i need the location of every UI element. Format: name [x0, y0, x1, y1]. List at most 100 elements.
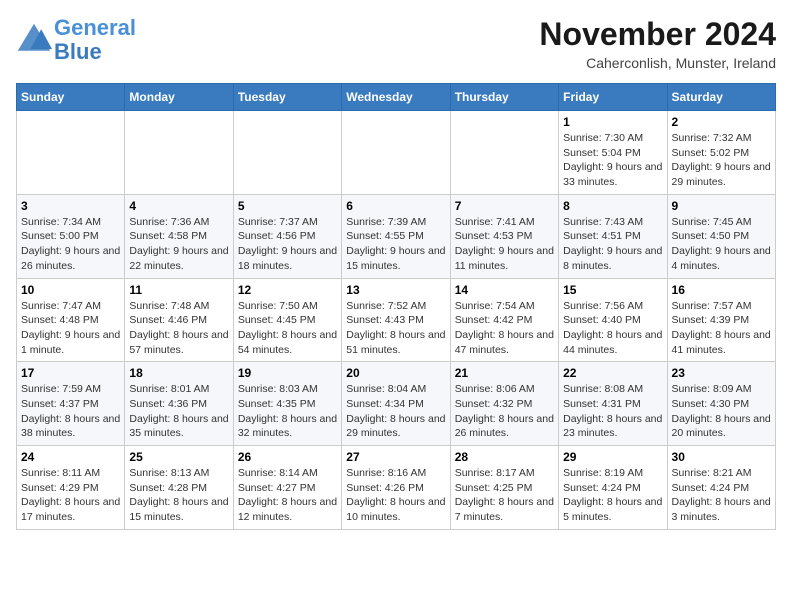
- day-info: Sunrise: 7:47 AM Sunset: 4:48 PM Dayligh…: [21, 299, 120, 358]
- day-cell: 14Sunrise: 7:54 AM Sunset: 4:42 PM Dayli…: [450, 278, 558, 362]
- day-number: 14: [455, 283, 554, 297]
- day-number: 30: [672, 450, 771, 464]
- day-info: Sunrise: 8:01 AM Sunset: 4:36 PM Dayligh…: [129, 382, 228, 441]
- day-number: 18: [129, 366, 228, 380]
- day-number: 5: [238, 199, 337, 213]
- day-cell: 13Sunrise: 7:52 AM Sunset: 4:43 PM Dayli…: [342, 278, 450, 362]
- day-info: Sunrise: 8:13 AM Sunset: 4:28 PM Dayligh…: [129, 466, 228, 525]
- day-cell: 9 Sunrise: 7:45 AM Sunset: 4:50 PM Daylig…: [667, 194, 775, 278]
- page: General Blue November 2024 Caherconlish,…: [0, 0, 792, 546]
- day-info: Sunrise: 7:30 AM Sunset: 5:04 PM Dayligh…: [563, 131, 662, 190]
- day-number: 2: [672, 115, 771, 129]
- week-row-1: 3 Sunrise: 7:34 AM Sunset: 5:00 PM Daylig…: [17, 194, 776, 278]
- day-number: 7: [455, 199, 554, 213]
- day-header-tuesday: Tuesday: [233, 84, 341, 111]
- logo-icon: [16, 22, 52, 58]
- day-number: 11: [129, 283, 228, 297]
- week-row-2: 10 Sunrise: 7:47 AM Sunset: 4:48 PM Dayli…: [17, 278, 776, 362]
- day-number: 29: [563, 450, 662, 464]
- day-info: Sunrise: 7:52 AM Sunset: 4:43 PM Dayligh…: [346, 299, 445, 358]
- day-header-saturday: Saturday: [667, 84, 775, 111]
- day-number: 27: [346, 450, 445, 464]
- day-cell: 2 Sunrise: 7:32 AM Sunset: 5:02 PM Daylig…: [667, 111, 775, 195]
- day-info: Sunrise: 7:56 AM Sunset: 4:40 PM Dayligh…: [563, 299, 662, 358]
- logo-text: General Blue: [54, 16, 136, 64]
- day-number: 6: [346, 199, 445, 213]
- day-cell: 17 Sunrise: 7:59 AM Sunset: 4:37 PM Dayli…: [17, 362, 125, 446]
- day-info: Sunrise: 7:59 AM Sunset: 4:37 PM Dayligh…: [21, 382, 120, 441]
- day-cell: 16 Sunrise: 7:57 AM Sunset: 4:39 PM Dayli…: [667, 278, 775, 362]
- day-header-friday: Friday: [559, 84, 667, 111]
- day-number: 20: [346, 366, 445, 380]
- day-cell: 7 Sunrise: 7:41 AM Sunset: 4:53 PM Daylig…: [450, 194, 558, 278]
- day-info: Sunrise: 7:41 AM Sunset: 4:53 PM Dayligh…: [455, 215, 554, 274]
- day-number: 10: [21, 283, 120, 297]
- day-number: 25: [129, 450, 228, 464]
- day-info: Sunrise: 8:04 AM Sunset: 4:34 PM Dayligh…: [346, 382, 445, 441]
- day-cell: 30 Sunrise: 8:21 AM Sunset: 4:24 PM Dayli…: [667, 446, 775, 530]
- day-info: Sunrise: 7:57 AM Sunset: 4:39 PM Dayligh…: [672, 299, 771, 358]
- day-info: Sunrise: 8:14 AM Sunset: 4:27 PM Dayligh…: [238, 466, 337, 525]
- day-header-monday: Monday: [125, 84, 233, 111]
- day-header-wednesday: Wednesday: [342, 84, 450, 111]
- day-number: 16: [672, 283, 771, 297]
- day-info: Sunrise: 7:37 AM Sunset: 4:56 PM Dayligh…: [238, 215, 337, 274]
- day-number: 8: [563, 199, 662, 213]
- day-cell: [17, 111, 125, 195]
- day-cell: [342, 111, 450, 195]
- day-number: 9: [672, 199, 771, 213]
- day-number: 1: [563, 115, 662, 129]
- day-info: Sunrise: 7:45 AM Sunset: 4:50 PM Dayligh…: [672, 215, 771, 274]
- day-cell: 11Sunrise: 7:48 AM Sunset: 4:46 PM Dayli…: [125, 278, 233, 362]
- day-number: 17: [21, 366, 120, 380]
- day-info: Sunrise: 7:43 AM Sunset: 4:51 PM Dayligh…: [563, 215, 662, 274]
- day-cell: 28 Sunrise: 8:17 AM Sunset: 4:25 PM Dayli…: [450, 446, 558, 530]
- day-info: Sunrise: 7:34 AM Sunset: 5:00 PM Dayligh…: [21, 215, 120, 274]
- week-row-3: 17 Sunrise: 7:59 AM Sunset: 4:37 PM Dayli…: [17, 362, 776, 446]
- header: General Blue November 2024 Caherconlish,…: [16, 16, 776, 71]
- day-info: Sunrise: 8:19 AM Sunset: 4:24 PM Dayligh…: [563, 466, 662, 525]
- header-row: SundayMondayTuesdayWednesdayThursdayFrid…: [17, 84, 776, 111]
- day-cell: 5 Sunrise: 7:37 AM Sunset: 4:56 PM Daylig…: [233, 194, 341, 278]
- week-row-4: 24 Sunrise: 8:11 AM Sunset: 4:29 PM Dayli…: [17, 446, 776, 530]
- day-header-sunday: Sunday: [17, 84, 125, 111]
- logo: General Blue: [16, 16, 136, 64]
- day-cell: 6 Sunrise: 7:39 AM Sunset: 4:55 PM Daylig…: [342, 194, 450, 278]
- calendar-table: SundayMondayTuesdayWednesdayThursdayFrid…: [16, 83, 776, 530]
- day-cell: 25 Sunrise: 8:13 AM Sunset: 4:28 PM Dayli…: [125, 446, 233, 530]
- day-number: 21: [455, 366, 554, 380]
- day-cell: 1 Sunrise: 7:30 AM Sunset: 5:04 PM Daylig…: [559, 111, 667, 195]
- day-cell: 27 Sunrise: 8:16 AM Sunset: 4:26 PM Dayli…: [342, 446, 450, 530]
- day-info: Sunrise: 8:09 AM Sunset: 4:30 PM Dayligh…: [672, 382, 771, 441]
- day-cell: 12Sunrise: 7:50 AM Sunset: 4:45 PM Dayli…: [233, 278, 341, 362]
- day-info: Sunrise: 7:39 AM Sunset: 4:55 PM Dayligh…: [346, 215, 445, 274]
- day-cell: 21 Sunrise: 8:06 AM Sunset: 4:32 PM Dayli…: [450, 362, 558, 446]
- day-number: 22: [563, 366, 662, 380]
- day-number: 12: [238, 283, 337, 297]
- day-info: Sunrise: 8:11 AM Sunset: 4:29 PM Dayligh…: [21, 466, 120, 525]
- day-info: Sunrise: 8:17 AM Sunset: 4:25 PM Dayligh…: [455, 466, 554, 525]
- day-cell: 10 Sunrise: 7:47 AM Sunset: 4:48 PM Dayli…: [17, 278, 125, 362]
- day-cell: 22 Sunrise: 8:08 AM Sunset: 4:31 PM Dayli…: [559, 362, 667, 446]
- day-info: Sunrise: 8:16 AM Sunset: 4:26 PM Dayligh…: [346, 466, 445, 525]
- day-cell: 15 Sunrise: 7:56 AM Sunset: 4:40 PM Dayli…: [559, 278, 667, 362]
- day-number: 3: [21, 199, 120, 213]
- day-number: 15: [563, 283, 662, 297]
- day-cell: 4Sunrise: 7:36 AM Sunset: 4:58 PM Daylig…: [125, 194, 233, 278]
- day-info: Sunrise: 8:06 AM Sunset: 4:32 PM Dayligh…: [455, 382, 554, 441]
- logo-line2: Blue: [54, 39, 102, 64]
- day-number: 4: [129, 199, 228, 213]
- day-info: Sunrise: 8:08 AM Sunset: 4:31 PM Dayligh…: [563, 382, 662, 441]
- day-cell: [125, 111, 233, 195]
- day-number: 24: [21, 450, 120, 464]
- day-number: 19: [238, 366, 337, 380]
- month-title: November 2024: [539, 16, 776, 53]
- day-info: Sunrise: 8:03 AM Sunset: 4:35 PM Dayligh…: [238, 382, 337, 441]
- day-number: 26: [238, 450, 337, 464]
- day-cell: 20 Sunrise: 8:04 AM Sunset: 4:34 PM Dayli…: [342, 362, 450, 446]
- location-subtitle: Caherconlish, Munster, Ireland: [539, 55, 776, 71]
- day-info: Sunrise: 7:32 AM Sunset: 5:02 PM Dayligh…: [672, 131, 771, 190]
- day-info: Sunrise: 8:21 AM Sunset: 4:24 PM Dayligh…: [672, 466, 771, 525]
- day-cell: 3 Sunrise: 7:34 AM Sunset: 5:00 PM Daylig…: [17, 194, 125, 278]
- day-number: 28: [455, 450, 554, 464]
